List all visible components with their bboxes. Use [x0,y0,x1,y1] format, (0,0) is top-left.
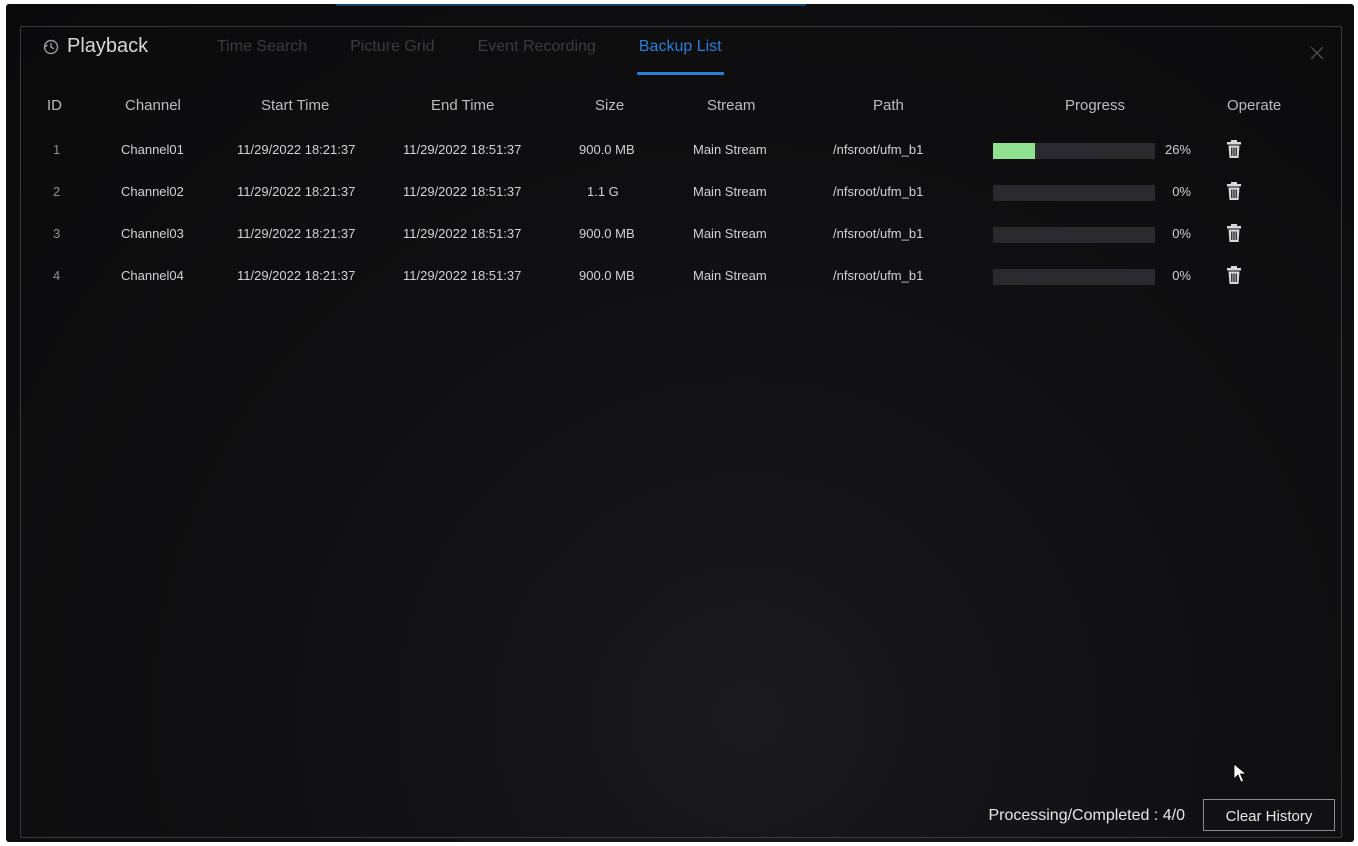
progress-bar [993,143,1155,159]
cell-size: 1.1 G [587,184,619,199]
progress-bar-fill [993,143,1036,159]
cell-start-time: 11/29/2022 18:21:37 [237,226,356,241]
close-icon [1310,46,1324,60]
tab-picture-grid[interactable]: Picture Grid [350,38,434,56]
window-title-text: Playback [67,35,149,57]
tab-event-recording[interactable]: Event Recording [478,38,596,56]
cell-path: /nfsroot/ufm_b1 [833,268,924,283]
cell-end-time: 11/29/2022 18:51:37 [403,142,522,157]
playback-clock-icon [43,39,59,55]
cell-end-time: 11/29/2022 18:51:37 [403,268,522,283]
tab-time-search[interactable]: Time Search [217,38,307,56]
table-row[interactable]: 2 Channel02 11/29/2022 18:21:37 11/29/20… [21,179,1341,207]
cell-start-time: 11/29/2022 18:21:37 [237,268,356,283]
tab-backup-list[interactable]: Backup List [636,38,724,75]
clear-history-button[interactable]: Clear History [1203,799,1335,831]
cell-size: 900.0 MB [579,226,635,241]
progress-bar [993,269,1155,285]
progress-bar [993,227,1155,243]
column-header-channel: Channel [125,97,181,114]
column-header-operate: Operate [1227,97,1282,114]
close-button[interactable] [1309,45,1325,61]
column-header-stream: Stream [707,97,756,114]
cell-channel: Channel01 [121,142,184,157]
cell-end-time: 11/29/2022 18:51:37 [403,184,522,199]
trash-icon [1227,224,1241,242]
trash-icon [1227,266,1241,284]
table-row[interactable]: 3 Channel03 11/29/2022 18:21:37 11/29/20… [21,221,1341,249]
mouse-cursor-icon [1233,763,1248,783]
cell-path: /nfsroot/ufm_b1 [833,184,924,199]
window-title: Playback [43,35,148,58]
cell-stream: Main Stream [693,184,767,199]
cell-channel: Channel04 [121,268,184,283]
delete-button[interactable] [1226,265,1242,285]
delete-button[interactable] [1226,181,1242,201]
cell-stream: Main Stream [693,142,767,157]
backup-status-text: Processing/Completed : 4/0 [988,807,1185,824]
cell-start-time: 11/29/2022 18:21:37 [237,142,356,157]
column-header-start-time: Start Time [261,97,330,114]
top-accent-line [336,4,806,6]
column-header-id: ID [47,97,62,114]
column-header-progress: Progress [1065,97,1126,114]
cell-size: 900.0 MB [579,142,635,157]
cell-id: 3 [53,226,61,241]
table-header: ID Channel Start Time End Time Size Stre… [21,97,1341,121]
cell-id: 4 [53,268,61,283]
cell-path: /nfsroot/ufm_b1 [833,226,924,241]
window-header: Playback Time Search Picture Grid Event … [21,27,1341,87]
delete-button[interactable] [1226,223,1242,243]
cell-stream: Main Stream [693,268,767,283]
screen: Playback Time Search Picture Grid Event … [6,4,1354,842]
cell-stream: Main Stream [693,226,767,241]
cell-start-time: 11/29/2022 18:21:37 [237,184,356,199]
cell-id: 2 [53,184,61,199]
column-header-end-time: End Time [431,97,495,114]
cell-size: 900.0 MB [579,268,635,283]
progress-percent: 0% [1172,226,1191,241]
progress-percent: 0% [1172,268,1191,283]
column-header-path: Path [873,97,904,114]
progress-bar [993,185,1155,201]
trash-icon [1227,182,1241,200]
tab-bar: Time Search Picture Grid Event Recording… [217,38,765,75]
table-row[interactable]: 4 Channel04 11/29/2022 18:21:37 11/29/20… [21,263,1341,291]
progress-percent: 26% [1164,142,1191,157]
progress-percent: 0% [1172,184,1191,199]
trash-icon [1227,140,1241,158]
playback-window: Playback Time Search Picture Grid Event … [20,26,1342,838]
cell-channel: Channel02 [121,184,184,199]
table-row[interactable]: 1 Channel01 11/29/2022 18:21:37 11/29/20… [21,137,1341,165]
cell-id: 1 [53,142,61,157]
cell-end-time: 11/29/2022 18:51:37 [403,226,522,241]
cell-channel: Channel03 [121,226,184,241]
column-header-size: Size [595,97,625,114]
delete-button[interactable] [1226,139,1242,159]
cell-path: /nfsroot/ufm_b1 [833,142,924,157]
